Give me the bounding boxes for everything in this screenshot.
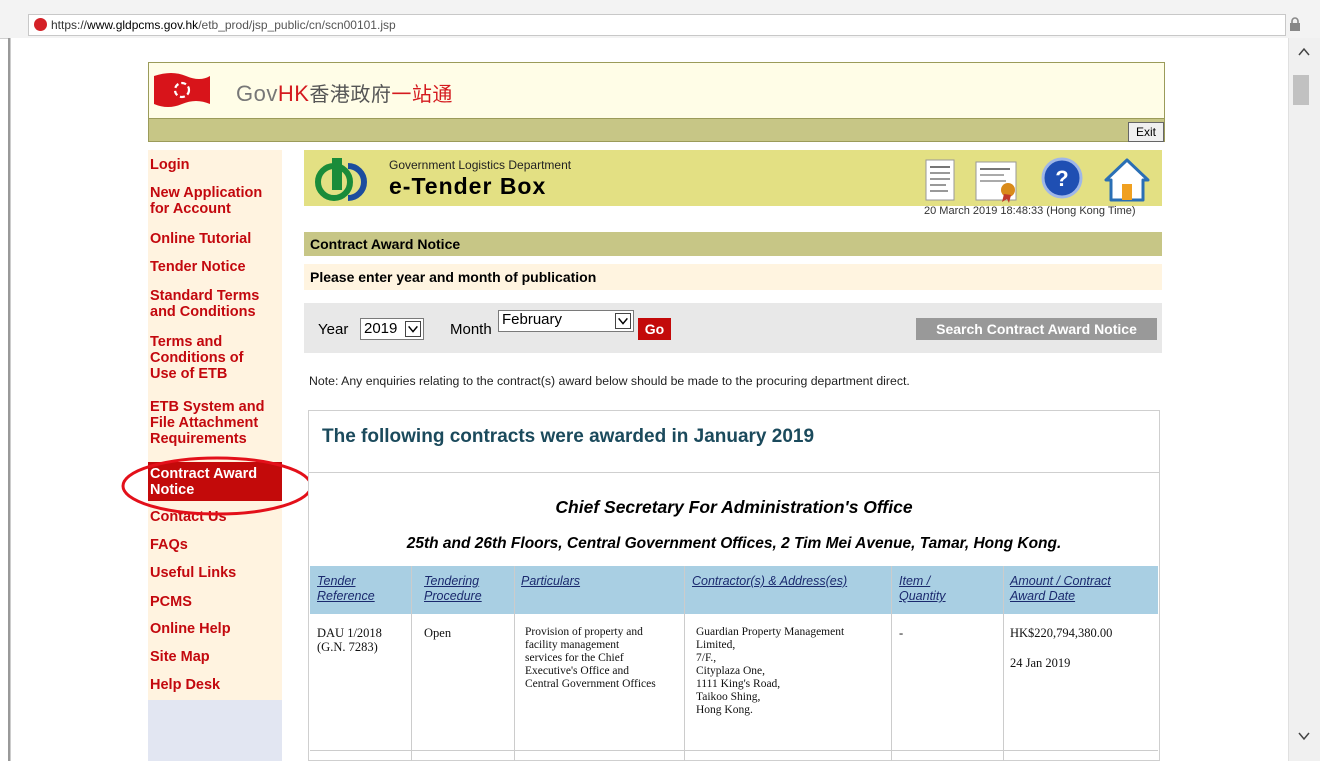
lock-icon xyxy=(1290,17,1300,31)
address-bar[interactable]: https://www.gldpcms.gov.hk/etb_prod/jsp_… xyxy=(28,14,1286,36)
highlight-ellipse xyxy=(121,456,313,516)
hk-flag-icon xyxy=(154,73,210,107)
procuring-department: Chief Secretary For Administration's Off… xyxy=(555,497,913,517)
column-header-procedure[interactable]: Tendering Procedure xyxy=(424,574,482,604)
sidebar-item-system-requirements[interactable]: ETB System and File Attachment Requireme… xyxy=(150,399,278,447)
search-prompt: Please enter year and month of publicati… xyxy=(304,264,1162,290)
cell-quantity: - xyxy=(899,626,904,640)
logo-chinese: 香港政府 xyxy=(309,84,392,106)
etender-title: e-Tender Box xyxy=(389,173,547,199)
sidebar-item-useful-links[interactable]: Useful Links xyxy=(150,565,278,581)
scroll-up-icon[interactable] xyxy=(1296,44,1312,60)
chevron-down-icon xyxy=(615,313,631,329)
column-divider xyxy=(411,566,412,761)
vertical-scrollbar[interactable] xyxy=(1288,38,1320,761)
divider xyxy=(309,472,1159,473)
sidebar-item-pcms[interactable]: PCMS xyxy=(150,594,278,610)
year-value: 2019 xyxy=(364,320,398,337)
cell-contractor: Guardian Property Management Limited, 7/… xyxy=(696,626,845,716)
logo-one-stop: 一站通 xyxy=(391,84,453,106)
month-select[interactable]: February xyxy=(498,310,634,332)
column-header-contractor[interactable]: Contractor(s) & Address(es) xyxy=(692,574,847,589)
sidebar-item-faqs[interactable]: FAQs xyxy=(150,537,278,553)
help-icon[interactable]: ? xyxy=(1040,156,1084,200)
chevron-down-icon xyxy=(405,321,421,337)
department-address: 25th and 26th Floors, Central Government… xyxy=(406,535,1062,552)
sidebar-item-site-map[interactable]: Site Map xyxy=(150,649,278,665)
year-label: Year xyxy=(318,321,349,338)
sidebar-item-login[interactable]: Login xyxy=(150,157,278,173)
enquiry-note: Note: Any enquiries relating to the cont… xyxy=(309,374,910,388)
certificate-icon[interactable] xyxy=(972,156,1024,204)
cell-amount: HK$220,794,380.00 xyxy=(1010,626,1113,640)
year-select[interactable]: 2019 xyxy=(360,318,424,340)
column-divider xyxy=(514,566,515,761)
cell-award-date: 24 Jan 2019 xyxy=(1010,656,1071,670)
column-divider xyxy=(891,566,892,761)
column-divider xyxy=(684,566,685,761)
sidebar-item-tender-notice[interactable]: Tender Notice xyxy=(150,259,278,275)
header-bar xyxy=(148,118,1165,142)
govhk-logo[interactable]: GovHK香港政府一站通 xyxy=(236,78,453,107)
url-host: www.gldpcms.gov.hk xyxy=(87,18,199,32)
sidebar-item-help-desk[interactable]: Help Desk xyxy=(150,677,278,693)
column-header-quantity[interactable]: Item / Quantity xyxy=(899,574,946,604)
sidebar-item-online-help[interactable]: Online Help xyxy=(150,621,278,637)
page-title: Contract Award Notice xyxy=(304,232,1162,256)
column-divider xyxy=(1003,566,1004,761)
column-header-reference[interactable]: Tender Reference xyxy=(317,574,375,604)
search-contract-award-button[interactable]: Search Contract Award Notice xyxy=(916,318,1157,340)
sidebar-item-new-application[interactable]: New Application for Account xyxy=(150,185,278,217)
row-divider xyxy=(310,750,1158,751)
svg-text:?: ? xyxy=(1055,166,1068,191)
cell-particulars: Provision of property and facility manag… xyxy=(525,626,656,690)
scroll-down-icon[interactable] xyxy=(1296,728,1312,744)
cell-procedure: Open xyxy=(424,626,452,640)
department-name: Government Logistics Department xyxy=(389,158,572,172)
url-path: /etb_prod/jsp_public/cn/scn00101.jsp xyxy=(198,18,396,32)
exit-button[interactable]: Exit xyxy=(1128,122,1164,142)
timestamp: 20 March 2019 18:48:33 (Hong Kong Time) xyxy=(924,205,1136,217)
column-header-amount[interactable]: Amount / Contract Award Date xyxy=(1010,574,1111,604)
document-icon[interactable] xyxy=(918,156,962,204)
sidebar-item-terms-of-use[interactable]: Terms and Conditions of Use of ETB xyxy=(150,334,278,382)
scroll-thumb[interactable] xyxy=(1293,75,1309,105)
sidebar-footer xyxy=(148,700,282,761)
go-button[interactable]: Go xyxy=(638,318,671,340)
month-value: February xyxy=(502,311,563,328)
logo-hk: HK xyxy=(277,81,310,106)
gld-logo-icon xyxy=(315,158,367,201)
logo-gov: Gov xyxy=(236,81,278,106)
column-header-particulars[interactable]: Particulars xyxy=(521,574,580,589)
url-scheme: https:// xyxy=(51,18,88,32)
sidebar-item-standard-terms[interactable]: Standard Terms and Conditions xyxy=(150,288,278,320)
sidebar-item-online-tutorial[interactable]: Online Tutorial xyxy=(150,231,278,247)
month-label: Month xyxy=(450,321,492,338)
site-security-icon[interactable] xyxy=(34,18,47,31)
home-icon[interactable] xyxy=(1102,156,1152,204)
cell-reference: DAU 1/2018 (G.N. 7283) xyxy=(317,626,382,654)
results-heading: The following contracts were awarded in … xyxy=(322,426,815,447)
